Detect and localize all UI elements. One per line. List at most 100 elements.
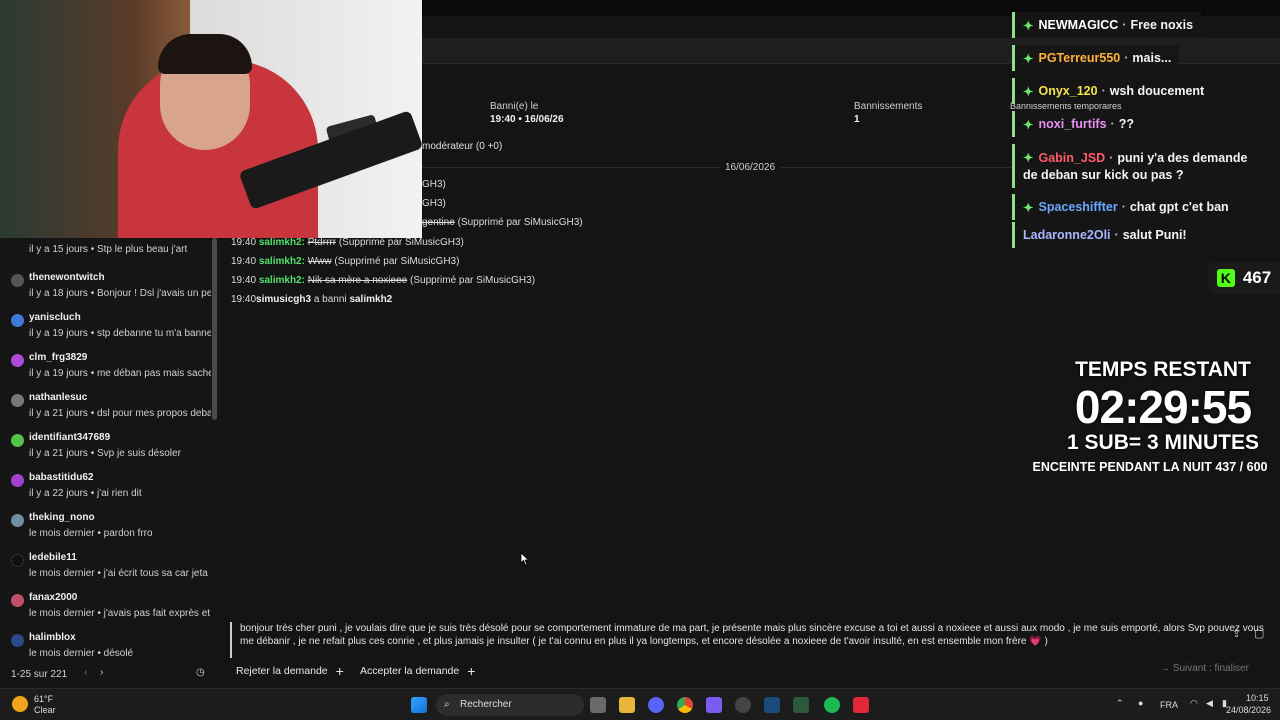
log-time: 19:40 [231, 294, 257, 305]
chevron-up-icon[interactable]: ⌃ [1116, 698, 1124, 709]
chat-bubble-icon[interactable]: ▢ [1254, 627, 1264, 640]
log-entry: 19:40 salimkh2: Ptdrrrr (Supprimé par Si… [231, 237, 464, 248]
unban-request-list: il y a 15 jours • Stp le plus beau j'art… [0, 238, 220, 660]
chat-username: Spaceshiffter [1038, 200, 1118, 214]
discord-icon[interactable] [648, 697, 664, 713]
chrome-icon[interactable] [677, 697, 693, 713]
sidebar-scrollbar[interactable] [212, 238, 217, 420]
list-item[interactable]: il y a 15 jours • Stp le plus beau j'art [0, 238, 220, 266]
list-item-sub: il y a 21 jours • dsl pour mes propos de… [29, 408, 211, 419]
avatar [11, 274, 24, 287]
subscriber-star-icon: ✦ [1023, 18, 1034, 33]
list-item[interactable]: ledebile11 le mois dernier • j'ai écrit t… [0, 546, 220, 586]
list-item-name: theking_nono [29, 512, 95, 523]
timer-rule: 1 SUB= 3 MINUTES [1067, 431, 1259, 454]
list-item[interactable]: yaniscluch il y a 19 jours • stp debanne … [0, 306, 220, 346]
log-date: 16/06/2026 [720, 162, 781, 173]
webcam-overlay [0, 0, 422, 238]
steam-icon[interactable] [764, 697, 780, 713]
deleted-text: Nik sa mère a noxieee [307, 275, 408, 286]
accept-button[interactable]: Accepter la demande + [360, 663, 475, 679]
list-item-sub: le mois dernier • j'avais pas fait exprè… [29, 608, 211, 619]
avatar [11, 354, 24, 367]
deleted-note: (Supprimé par SiMusicGH3) [331, 256, 460, 267]
taskbar-search[interactable]: ⌕ Rechercher [436, 694, 584, 716]
share-icon[interactable]: ⇪ [1232, 627, 1241, 640]
clock-date[interactable]: 24/08/2026 [1226, 705, 1271, 715]
log-moderator[interactable]: simusicgh3 [256, 294, 311, 305]
list-item[interactable]: clm_frg3829 il y a 19 jours • me déban pa… [0, 346, 220, 386]
timer-icon[interactable]: ◷ [196, 667, 205, 678]
search-icon: ⌕ [444, 699, 450, 710]
spotify-icon[interactable] [824, 697, 840, 713]
list-item-name: clm_frg3829 [29, 352, 88, 363]
log-entry: 19:40 salimkh2: Nik sa mère a noxieee (S… [231, 275, 535, 286]
log-user[interactable]: salimkh2: [259, 275, 305, 286]
log-user[interactable]: salimkh2: [259, 256, 305, 267]
chat-separator: · [1122, 18, 1127, 32]
chat-username: noxi_furtifs [1038, 117, 1107, 131]
chat-text: salut Puni! [1122, 228, 1187, 242]
avatar [11, 554, 24, 567]
search-placeholder: Rechercher [460, 699, 512, 710]
app-red-icon[interactable] [853, 697, 869, 713]
chevron-left-icon[interactable]: ‹ [84, 667, 87, 678]
wifi-icon[interactable]: ◠ [1190, 698, 1198, 709]
language-indicator[interactable]: FRA [1160, 700, 1178, 710]
chat-username: Onyx_120 [1038, 84, 1098, 98]
list-item-sub: il y a 18 jours • Bonjour ! Dsl j'avais … [29, 288, 211, 299]
windows-start-icon[interactable] [411, 697, 427, 713]
cam-headphones [158, 34, 252, 74]
list-item-name: babastitidu62 [29, 472, 94, 483]
list-item[interactable]: fanax2000 le mois dernier • j'avais pas f… [0, 586, 220, 626]
task-view-icon[interactable] [590, 697, 606, 713]
list-item[interactable]: babastitidu62 il y a 22 jours • j'ai rien… [0, 466, 220, 506]
microphone-icon[interactable]: ● [1138, 698, 1143, 708]
log-user[interactable]: salimkh2: [259, 237, 305, 248]
chat-username: NEWMAGICC [1038, 18, 1119, 32]
volume-icon[interactable]: ◀ [1206, 698, 1213, 709]
log-entry: 19:40 salimkh2: Www (Supprimé par SiMusi… [231, 256, 459, 267]
file-explorer-icon[interactable] [619, 697, 635, 713]
plus-icon: + [467, 663, 476, 679]
log-target[interactable]: salimkh2 [349, 294, 392, 305]
list-item[interactable]: theking_nono le mois dernier • pardon frr… [0, 506, 220, 546]
subscriber-star-icon: ✦ [1023, 200, 1034, 215]
overlay-chat-message: ✦ noxi_furtifs ·?? [1012, 111, 1142, 137]
banned-date-value: 19:40 • 16/06/26 [490, 114, 564, 125]
list-item[interactable]: thenewontwitch il y a 18 jours • Bonjour … [0, 266, 220, 306]
clock-time[interactable]: 10:15 [1246, 693, 1269, 703]
list-item[interactable]: halimblox le mois dernier • désolé [0, 626, 220, 660]
chevron-right-icon[interactable]: › [100, 667, 103, 678]
chat-text: wsh doucement [1109, 84, 1205, 98]
log-partial-3: gentine (Supprimé par SiMusicGH3) [422, 217, 583, 228]
list-item-name: ledebile11 [29, 552, 77, 563]
reject-button[interactable]: Rejeter la demande + [236, 663, 344, 679]
plus-icon: + [335, 663, 344, 679]
bans-label: Bannissements [854, 101, 923, 112]
windows-taskbar: 61°F Clear ⌕ Rechercher ⌃ ● FRA ◠ ◀ ▮ 10:… [0, 688, 1280, 720]
list-item-sub: il y a 15 jours • Stp le plus beau j'art [29, 244, 188, 255]
list-item-sub: il y a 19 jours • stp debanne tu m'a ban… [29, 328, 211, 339]
list-item[interactable]: nathanlesuc il y a 21 jours • dsl pour me… [0, 386, 220, 426]
deleted-note: (Supprimé par SiMusicGH3) [407, 275, 536, 286]
xbox-icon[interactable] [793, 697, 809, 713]
log-time: 19:40 [231, 275, 257, 286]
chat-separator: · [1109, 151, 1114, 165]
log-time: 19:40 [231, 256, 257, 267]
list-item-name: halimblox [29, 632, 76, 643]
timer-value: 02:29:55 [1074, 381, 1252, 433]
chat-separator: · [1121, 200, 1126, 214]
overlay-chat-message: ✦ Spaceshiffter · chat gpt c'et ban [1012, 194, 1237, 220]
subscriber-star-icon: ✦ [1023, 51, 1034, 66]
obs-icon[interactable] [735, 697, 751, 713]
chat-text: Free noxis [1130, 18, 1194, 32]
list-item[interactable]: identifiant347689 il y a 21 jours • Svp j… [0, 426, 220, 466]
log-partial-2: GH3) [422, 198, 446, 209]
chat-separator: · [1114, 228, 1119, 242]
deleted-text: gentine [422, 217, 455, 228]
finalize-button[interactable]: → Suivant : finaliser [1160, 663, 1249, 674]
deleted-note: (Supprimé par SiMusicGH3) [454, 217, 583, 228]
list-item-name: thenewontwitch [29, 272, 105, 283]
app-grid-icon[interactable] [706, 697, 722, 713]
